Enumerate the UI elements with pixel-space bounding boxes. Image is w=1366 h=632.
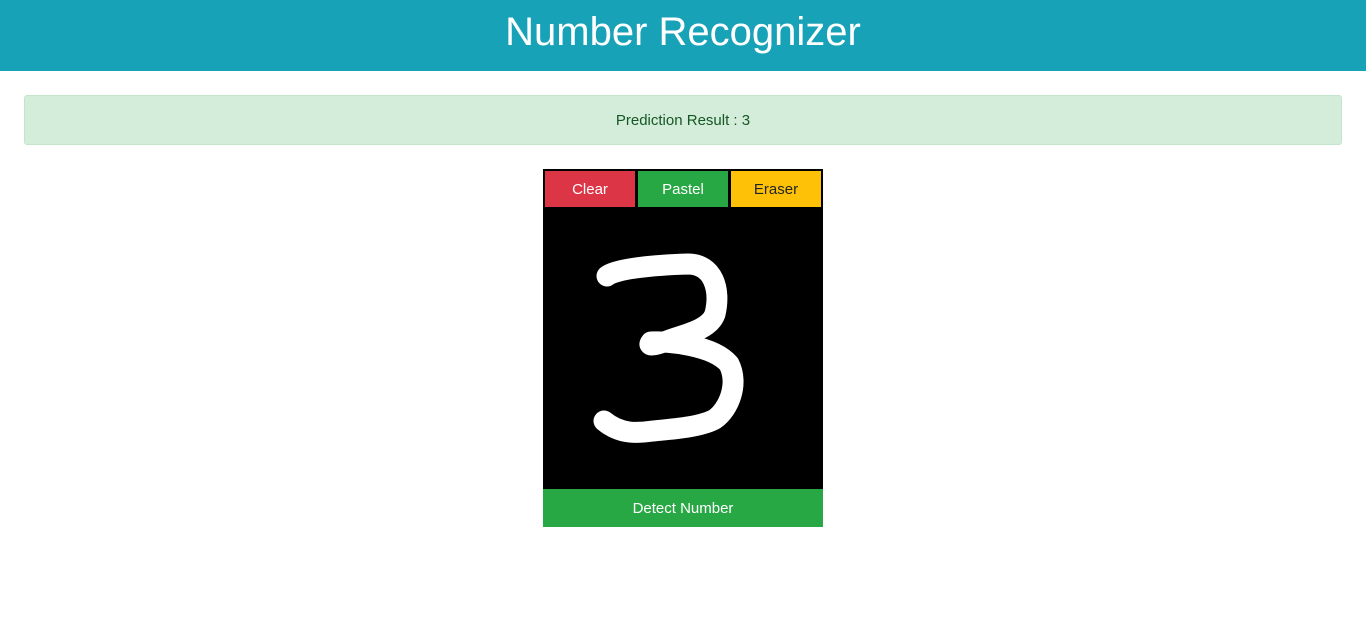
page-title: Number Recognizer (505, 9, 861, 54)
digit-stroke (593, 253, 744, 443)
drawing-panel: Clear Pastel Eraser Detect Number (543, 169, 823, 527)
prediction-result-value: 3 (741, 111, 751, 129)
app-header: Number Recognizer (0, 0, 1366, 71)
pastel-button[interactable]: Pastel (638, 171, 728, 207)
prediction-result-label: Prediction Result : (615, 111, 738, 129)
eraser-button[interactable]: Eraser (731, 171, 821, 207)
drawn-digit-three (593, 253, 744, 443)
drawing-canvas[interactable] (543, 209, 823, 489)
prediction-result-alert: Prediction Result : 3 (24, 95, 1342, 145)
drawing-toolbar: Clear Pastel Eraser (543, 169, 823, 209)
detect-number-button[interactable]: Detect Number (543, 489, 823, 527)
clear-button[interactable]: Clear (545, 171, 635, 207)
